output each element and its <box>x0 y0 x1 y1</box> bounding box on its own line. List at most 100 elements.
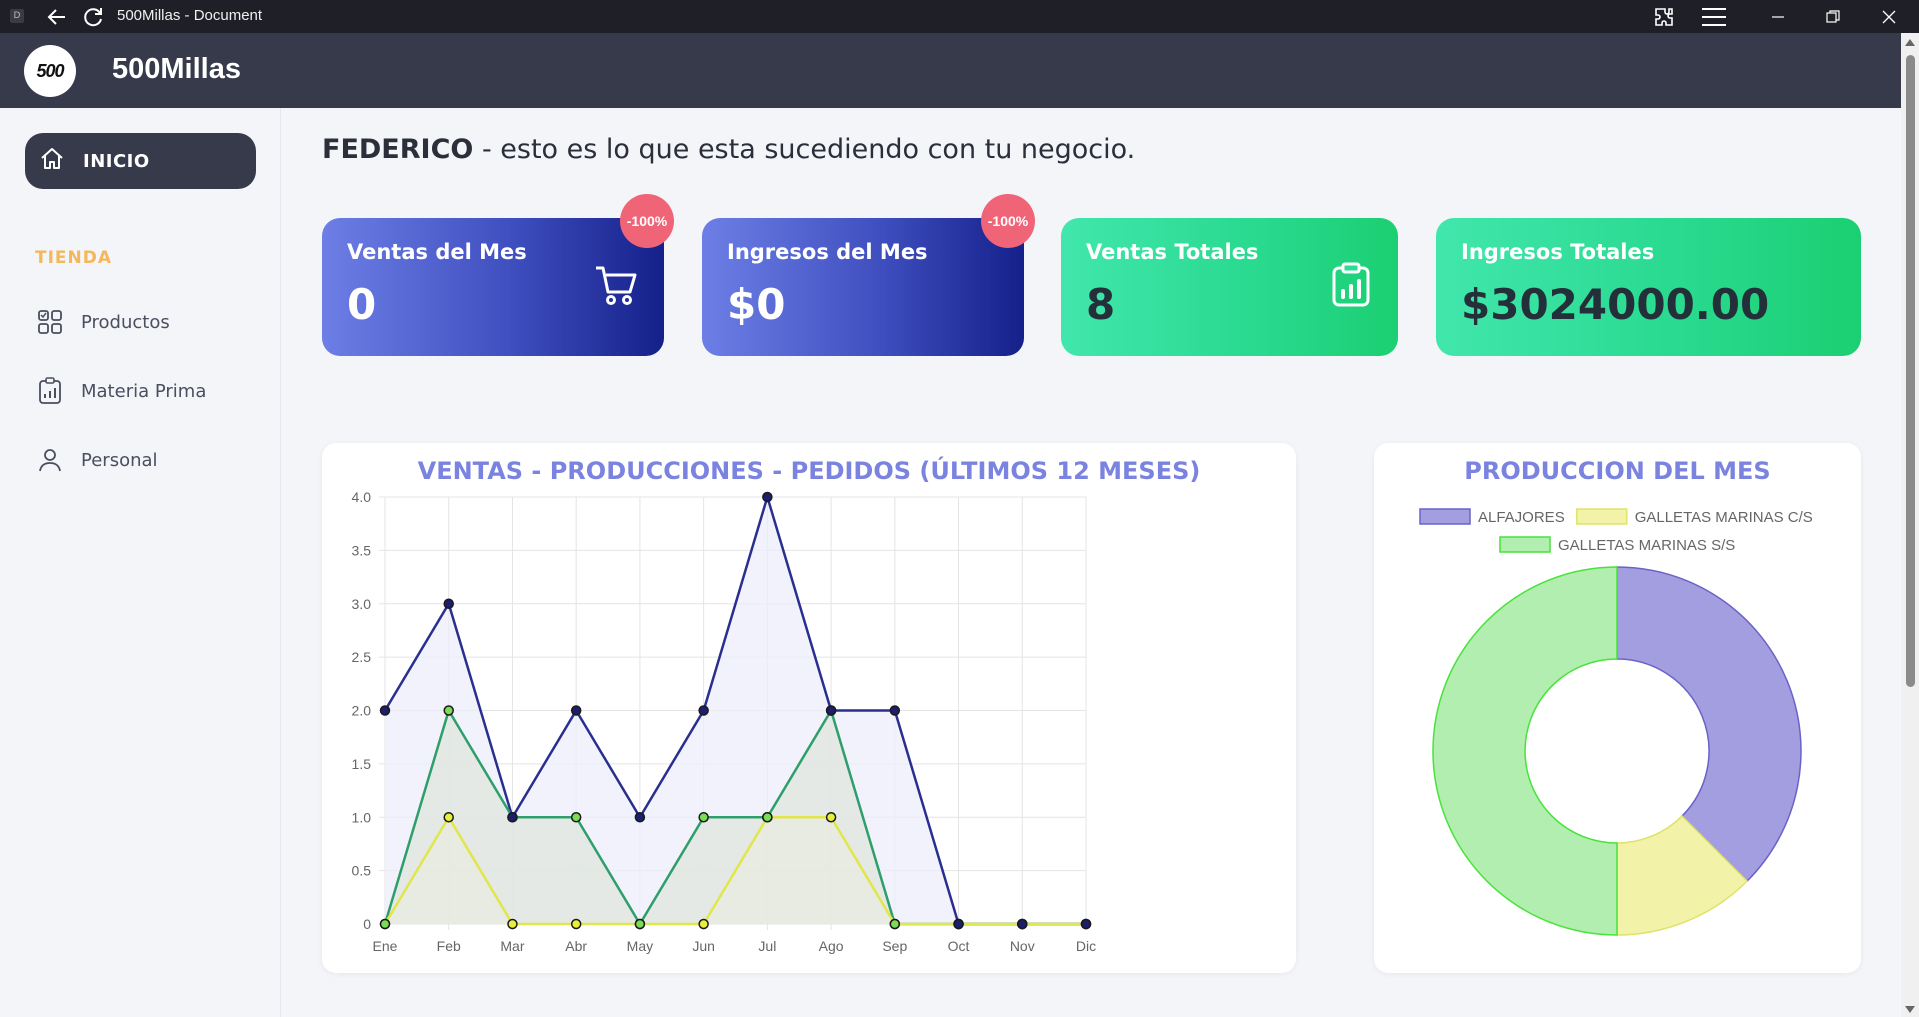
x-tick-label: Jul <box>758 938 776 954</box>
sidebar-item-productos[interactable]: Productos <box>35 302 170 342</box>
line-chart-panel: VENTAS - PRODUCCIONES - PEDIDOS (ÚLTIMOS… <box>322 443 1296 973</box>
sidebar-item-label: Productos <box>81 311 170 333</box>
y-tick-label: 1.5 <box>352 756 372 772</box>
data-point <box>634 918 646 930</box>
data-point <box>507 812 518 823</box>
section-title-tienda: TIENDA <box>35 248 113 268</box>
sidebar-item-inicio[interactable]: INICIO <box>25 133 256 189</box>
y-tick-label: 3.0 <box>352 596 372 612</box>
data-point <box>698 812 709 823</box>
close-icon[interactable] <box>1876 4 1902 30</box>
x-tick-label: Mar <box>500 938 524 954</box>
line-chart: 0 0.5 1.0 1.5 2.0 2.5 3.0 3.5 4.0 Ene Feb Mar Abr May… <box>352 489 1097 954</box>
sidebar: INICIO TIENDA Productos Materia Prima Pe… <box>0 108 281 1017</box>
window-title: 500Millas - Document <box>117 7 263 24</box>
y-tick-label: 2.0 <box>352 703 372 719</box>
grid-icon <box>35 307 65 337</box>
restore-icon[interactable] <box>1820 4 1846 30</box>
y-tick-label: 3.5 <box>352 542 372 558</box>
data-point <box>570 812 582 823</box>
sidebar-item-personal[interactable]: Personal <box>35 440 158 480</box>
donut-chart-panel: PRODUCCION DEL MES ALFAJORES GALLETAS MAR… <box>1374 443 1861 973</box>
card-ventas-mes: Ventas del Mes 0 <box>322 218 664 356</box>
scrollbar-thumb[interactable] <box>1906 55 1915 687</box>
data-point <box>570 918 582 930</box>
card-title: Ingresos del Mes <box>727 240 928 264</box>
pie-slice <box>1432 566 1618 936</box>
card-title: Ventas Totales <box>1086 240 1259 264</box>
card-value: $3024000.00 <box>1461 280 1770 329</box>
brand-logo[interactable]: 500 <box>24 45 76 97</box>
x-tick-label: Abr <box>565 938 587 954</box>
data-point <box>379 705 391 716</box>
user-icon <box>35 445 65 475</box>
y-tick-label: 1.0 <box>352 809 372 825</box>
data-point <box>634 812 646 823</box>
brand-name: 500Millas <box>112 53 241 85</box>
user-name: FEDERICO <box>322 134 474 165</box>
clipboard-chart-icon <box>35 376 65 406</box>
greeting-text: - esto es lo que esta sucediendo con tu … <box>473 134 1136 165</box>
legend-label: GALLETAS MARINAS C/S <box>1635 509 1813 526</box>
cart-icon <box>596 266 637 305</box>
card-title: Ingresos Totales <box>1461 240 1655 264</box>
legend-swatch <box>1575 508 1628 525</box>
pie-slice <box>1616 566 1802 883</box>
x-tick-label: Jun <box>692 938 715 954</box>
app-header: 500 500Millas <box>0 33 1901 108</box>
data-point <box>698 918 709 930</box>
data-point <box>379 918 391 930</box>
back-icon[interactable] <box>44 4 70 30</box>
clipboard-chart-icon <box>1332 262 1370 307</box>
x-tick-label: Feb <box>437 938 461 954</box>
y-tick-label: 0 <box>363 916 371 932</box>
sidebar-item-label: Materia Prima <box>81 380 207 402</box>
data-point <box>570 705 582 716</box>
home-icon <box>39 146 65 176</box>
page-scrollbar[interactable] <box>1901 33 1919 1017</box>
page-greeting: FEDERICO - esto es lo que esta sucediend… <box>322 134 1135 165</box>
y-tick-label: 0.5 <box>352 863 372 879</box>
legend-swatch <box>1499 536 1551 553</box>
minimize-icon[interactable] <box>1765 4 1791 30</box>
sidebar-item-label: INICIO <box>83 150 150 172</box>
data-point <box>825 812 837 823</box>
extensions-icon[interactable] <box>1651 4 1677 30</box>
x-tick-label: May <box>627 938 653 954</box>
card-title: Ventas del Mes <box>347 240 527 264</box>
y-tick-label: 2.5 <box>352 649 372 665</box>
donut-chart: ALFAJORES GALLETAS MARINAS C/S GALLETAS MA… <box>1419 508 1813 936</box>
sidebar-item-materia-prima[interactable]: Materia Prima <box>35 371 206 411</box>
app-icon: D <box>10 9 24 23</box>
x-tick-label: Ene <box>373 938 398 954</box>
x-tick-label: Ago <box>819 938 844 954</box>
data-point <box>825 705 837 716</box>
window-titlebar: D 500Millas - Document <box>0 0 1919 33</box>
menu-icon[interactable] <box>1701 4 1727 30</box>
status-badge: -100% <box>620 194 674 248</box>
x-tick-label: Dic <box>1076 938 1096 954</box>
data-point <box>443 705 454 716</box>
data-point <box>889 918 901 930</box>
legend-label: GALLETAS MARINAS S/S <box>1558 537 1735 554</box>
sidebar-item-label: Personal <box>81 449 158 471</box>
card-ventas-totales: Ventas Totales 8 <box>1061 218 1398 356</box>
data-point <box>443 598 454 609</box>
data-point <box>762 812 773 823</box>
x-tick-label: Nov <box>1010 938 1035 954</box>
card-value: $0 <box>727 280 786 329</box>
data-point <box>1017 918 1028 930</box>
card-ingresos-totales: Ingresos Totales $3024000.00 <box>1436 218 1861 356</box>
data-point <box>698 705 709 716</box>
data-point <box>889 705 901 716</box>
status-badge: -100% <box>981 194 1035 248</box>
y-tick-label: 4.0 <box>352 489 372 505</box>
scroll-down-icon[interactable] <box>1905 1006 1915 1013</box>
reload-icon[interactable] <box>80 4 106 30</box>
x-tick-label: Oct <box>948 938 970 954</box>
data-point <box>762 491 773 503</box>
data-point <box>953 918 964 930</box>
scroll-up-icon[interactable] <box>1905 39 1915 46</box>
data-point <box>1080 918 1092 930</box>
legend-label: ALFAJORES <box>1478 509 1565 526</box>
